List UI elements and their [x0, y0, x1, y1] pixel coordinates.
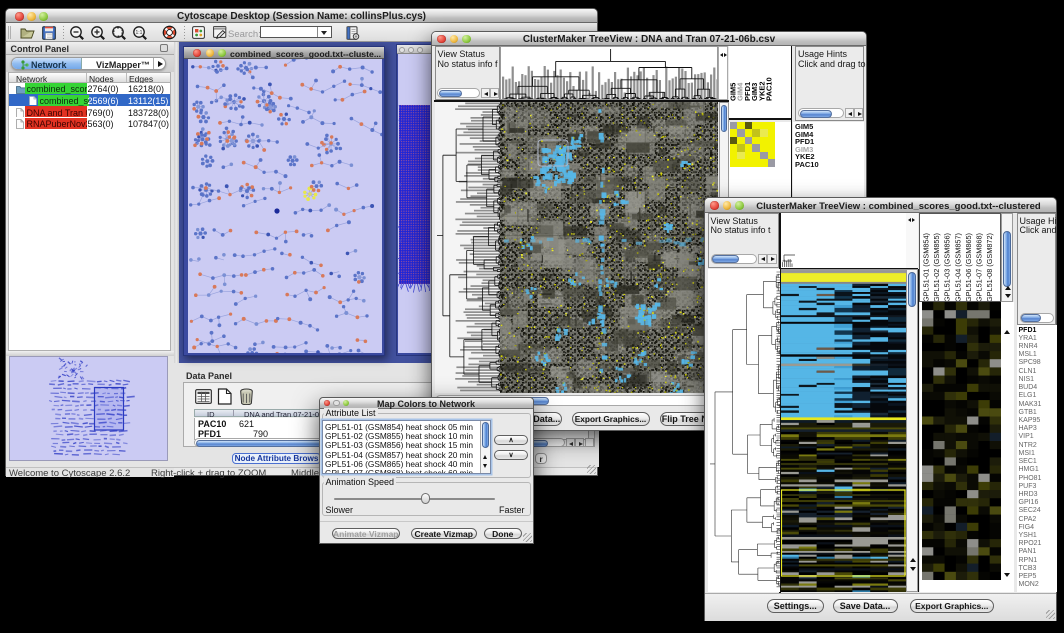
- svg-text:GPL51-04 (GSM857): GPL51-04 (GSM857): [953, 233, 962, 302]
- svg-text:GPL51-06 (GSM865): GPL51-06 (GSM865): [963, 233, 972, 302]
- svg-text:PAC10: PAC10: [764, 77, 773, 101]
- svg-text:GPL51-07 (GSM868): GPL51-07 (GSM868): [974, 233, 983, 302]
- svg-text:1:1: 1:1: [136, 30, 143, 36]
- svg-text:GPL51-02 (GSM855): GPL51-02 (GSM855): [932, 233, 941, 302]
- svg-text:GPL51-01 (GSM854): GPL51-01 (GSM854): [921, 233, 930, 302]
- svg-text:GPL51-08 (GSM872): GPL51-08 (GSM872): [985, 233, 994, 302]
- svg-text:GPL51-03 (GSM856): GPL51-03 (GSM856): [942, 233, 951, 302]
